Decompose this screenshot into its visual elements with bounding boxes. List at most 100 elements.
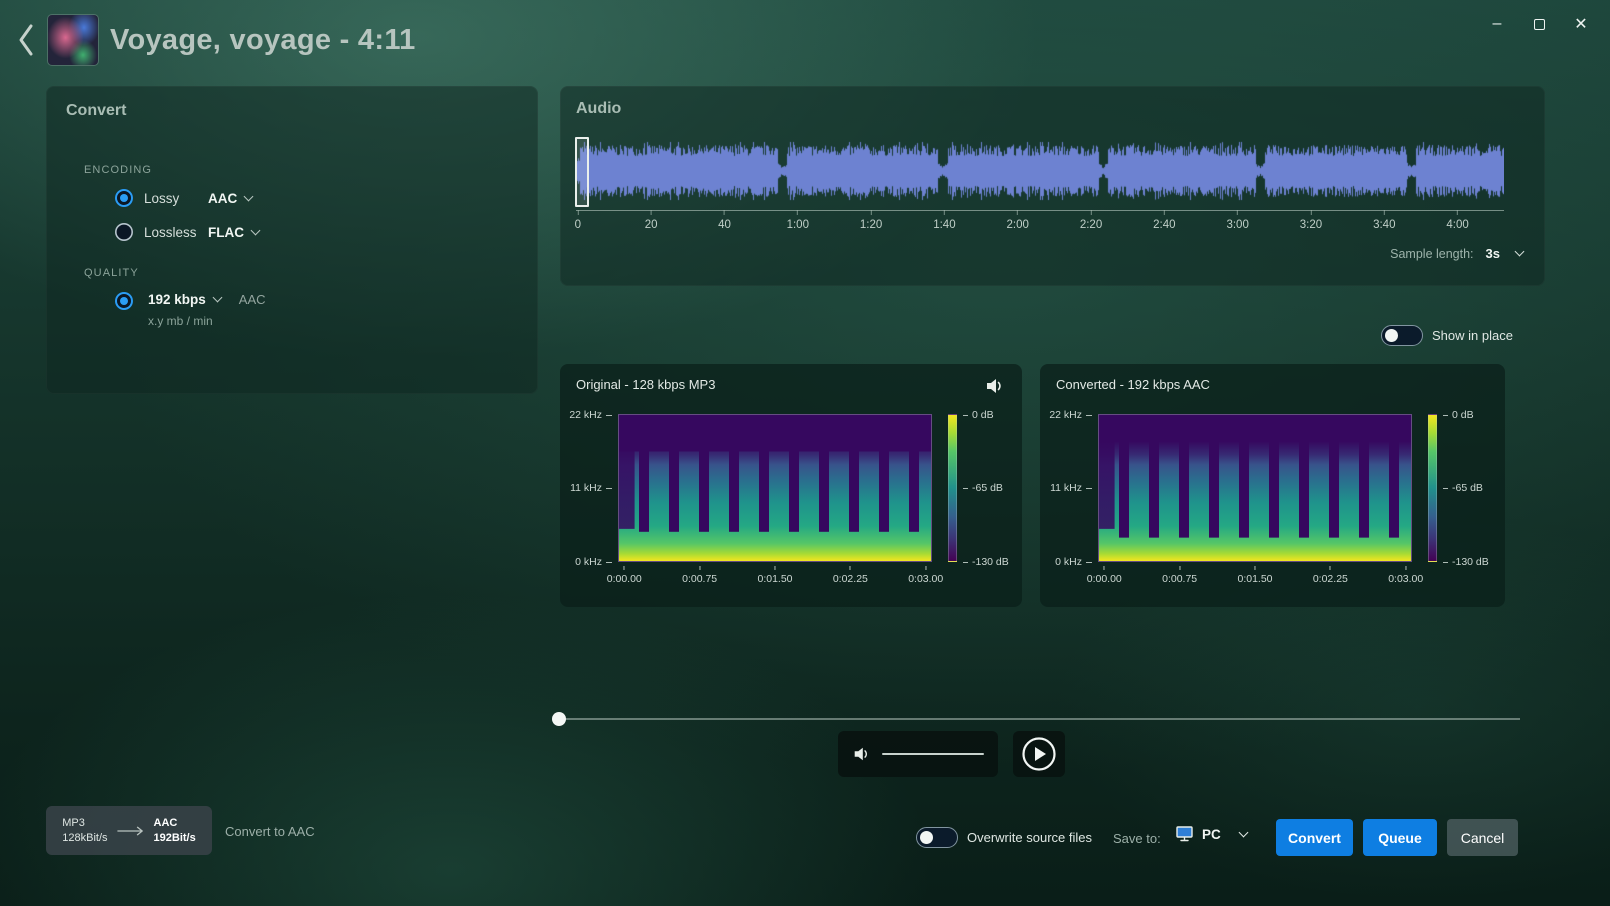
quality-details: 192 kbps AAC x.y mb / min: [148, 292, 266, 328]
conversion-badge: MP3 128kBit/s AAC 192Bit/s: [46, 806, 212, 855]
chevron-down-icon: [251, 225, 261, 235]
quality-option-row: 192 kbps AAC x.y mb / min: [115, 292, 518, 328]
bitrate-value: 192 kbps: [148, 292, 206, 307]
timeline-tick: 20: [645, 210, 658, 231]
lossy-format-dropdown[interactable]: AAC: [208, 191, 252, 206]
spectrogram-converted-title: Converted - 192 kbps AAC: [1056, 377, 1210, 392]
chevron-down-icon: [1238, 827, 1248, 837]
maximize-button[interactable]: [1522, 10, 1556, 38]
db-axis: 0 dB -65 dB -130 dB: [1443, 414, 1498, 562]
db-axis: 0 dB -65 dB -130 dB: [963, 414, 1018, 562]
db-colorbar: [948, 414, 957, 562]
timeline-tick: 2:00: [1007, 210, 1029, 231]
save-target-value: PC: [1202, 827, 1221, 842]
volume-control: [838, 731, 998, 777]
converter-window: Voyage, voyage - 4:11 – ✕ Convert ENCODI…: [0, 0, 1610, 906]
spectrogram-plot-converted: [1098, 414, 1412, 562]
frequency-axis: 22 kHz 11 kHz 0 kHz: [560, 414, 614, 562]
seek-handle[interactable]: [552, 712, 566, 726]
volume-icon: [852, 745, 870, 763]
quality-format-label: AAC: [239, 292, 266, 307]
timeline-baseline: [576, 210, 1504, 211]
encoding-label: ENCODING: [84, 164, 518, 176]
lossy-radio[interactable]: [115, 189, 133, 207]
lossy-label: Lossy: [144, 191, 208, 206]
time-axis: 0:00.00 0:00.75 0:01.50 0:02.25 0:03.00: [1098, 566, 1412, 588]
target-format-badge: AAC 192Bit/s: [154, 816, 196, 845]
sample-length-value: 3s: [1486, 246, 1500, 261]
action-label: Convert to AAC: [225, 824, 315, 839]
timeline-tick: 1:40: [933, 210, 955, 231]
play-icon: [1021, 736, 1057, 772]
speaker-icon[interactable]: [980, 373, 1008, 401]
lossy-format-value: AAC: [208, 191, 237, 206]
spectrogram-card-converted: Converted - 192 kbps AAC 22 kHz 11 kHz 0…: [1040, 364, 1505, 607]
timeline-tick: 40: [718, 210, 731, 231]
lossless-option-row: Lossless FLAC: [115, 223, 518, 241]
sample-length-row: Sample length: 3s: [1390, 246, 1523, 261]
timeline-tick: 3:20: [1300, 210, 1322, 231]
convert-panel-title: Convert: [66, 102, 518, 120]
frequency-axis: 22 kHz 11 kHz 0 kHz: [1040, 414, 1094, 562]
time-axis: 0:00.00 0:00.75 0:01.50 0:02.25 0:03.00: [618, 566, 932, 588]
chevron-left-icon: [16, 23, 36, 57]
volume-slider[interactable]: [882, 753, 984, 755]
size-estimate-label: x.y mb / min: [148, 314, 266, 328]
save-target-dropdown[interactable]: PC: [1176, 826, 1247, 842]
back-button[interactable]: [8, 22, 44, 60]
chevron-down-icon: [1515, 247, 1525, 257]
waveform[interactable]: [576, 140, 1504, 202]
quality-radio[interactable]: [115, 292, 133, 310]
sample-selection-handle[interactable]: [575, 137, 589, 207]
audio-panel-title: Audio: [576, 100, 1529, 118]
page-title: Voyage, voyage - 4:11: [110, 24, 416, 57]
lossless-format-dropdown[interactable]: FLAC: [208, 225, 259, 240]
save-to-label: Save to:: [1113, 831, 1161, 846]
arrow-right-icon: [117, 825, 145, 837]
overwrite-label: Overwrite source files: [967, 830, 1092, 845]
play-button[interactable]: [1013, 731, 1065, 777]
sample-length-dropdown[interactable]: 3s: [1486, 246, 1523, 261]
lossy-option-row: Lossy AAC: [115, 189, 518, 207]
sample-length-label: Sample length:: [1390, 247, 1473, 261]
timeline-tick: 3:00: [1226, 210, 1248, 231]
close-button[interactable]: ✕: [1564, 10, 1598, 38]
timeline-tick: 4:00: [1446, 210, 1468, 231]
lossless-label: Lossless: [144, 225, 208, 240]
timeline-tick: 0: [575, 210, 581, 231]
cancel-button[interactable]: Cancel: [1447, 819, 1518, 856]
bitrate-dropdown[interactable]: 192 kbps: [148, 292, 221, 307]
queue-button[interactable]: Queue: [1363, 819, 1437, 856]
lossless-format-value: FLAC: [208, 225, 244, 240]
show-in-place-row: Show in place: [1381, 325, 1513, 346]
spectrogram-plot-original: [618, 414, 932, 562]
audio-panel: Audio 0 20 40 1:00 1:20 1:40 2:00 2:20 2…: [560, 86, 1545, 286]
window-controls: – ✕: [1480, 10, 1598, 38]
timeline-tick: 1:00: [787, 210, 809, 231]
maximize-icon: [1534, 19, 1545, 30]
album-art: [48, 15, 98, 65]
spectrogram-original-title: Original - 128 kbps MP3: [576, 377, 715, 392]
lossless-radio[interactable]: [115, 223, 133, 241]
timeline-tick: 2:20: [1080, 210, 1102, 231]
show-in-place-toggle[interactable]: [1381, 325, 1423, 346]
overwrite-row: Overwrite source files: [916, 827, 1092, 848]
timeline-axis: 0 20 40 1:00 1:20 1:40 2:00 2:20 2:40 3:…: [576, 210, 1504, 246]
chevron-down-icon: [244, 191, 254, 201]
toggle-knob: [920, 831, 933, 844]
timeline-tick: 3:40: [1373, 210, 1395, 231]
seek-track[interactable]: [560, 718, 1520, 720]
spectrogram-card-original: Original - 128 kbps MP3 22 kHz 11 kHz 0 …: [560, 364, 1022, 607]
chevron-down-icon: [212, 293, 222, 303]
source-format-badge: MP3 128kBit/s: [62, 816, 107, 845]
minimize-button[interactable]: –: [1480, 10, 1514, 38]
convert-panel: Convert ENCODING Lossy AAC Lossless FLAC…: [46, 86, 538, 394]
quality-label: QUALITY: [84, 267, 518, 279]
db-colorbar: [1428, 414, 1437, 562]
overwrite-toggle[interactable]: [916, 827, 958, 848]
timeline-tick: 1:20: [860, 210, 882, 231]
convert-button[interactable]: Convert: [1276, 819, 1353, 856]
toggle-knob: [1385, 329, 1398, 342]
pc-icon: [1176, 826, 1195, 842]
show-in-place-label: Show in place: [1432, 328, 1513, 343]
